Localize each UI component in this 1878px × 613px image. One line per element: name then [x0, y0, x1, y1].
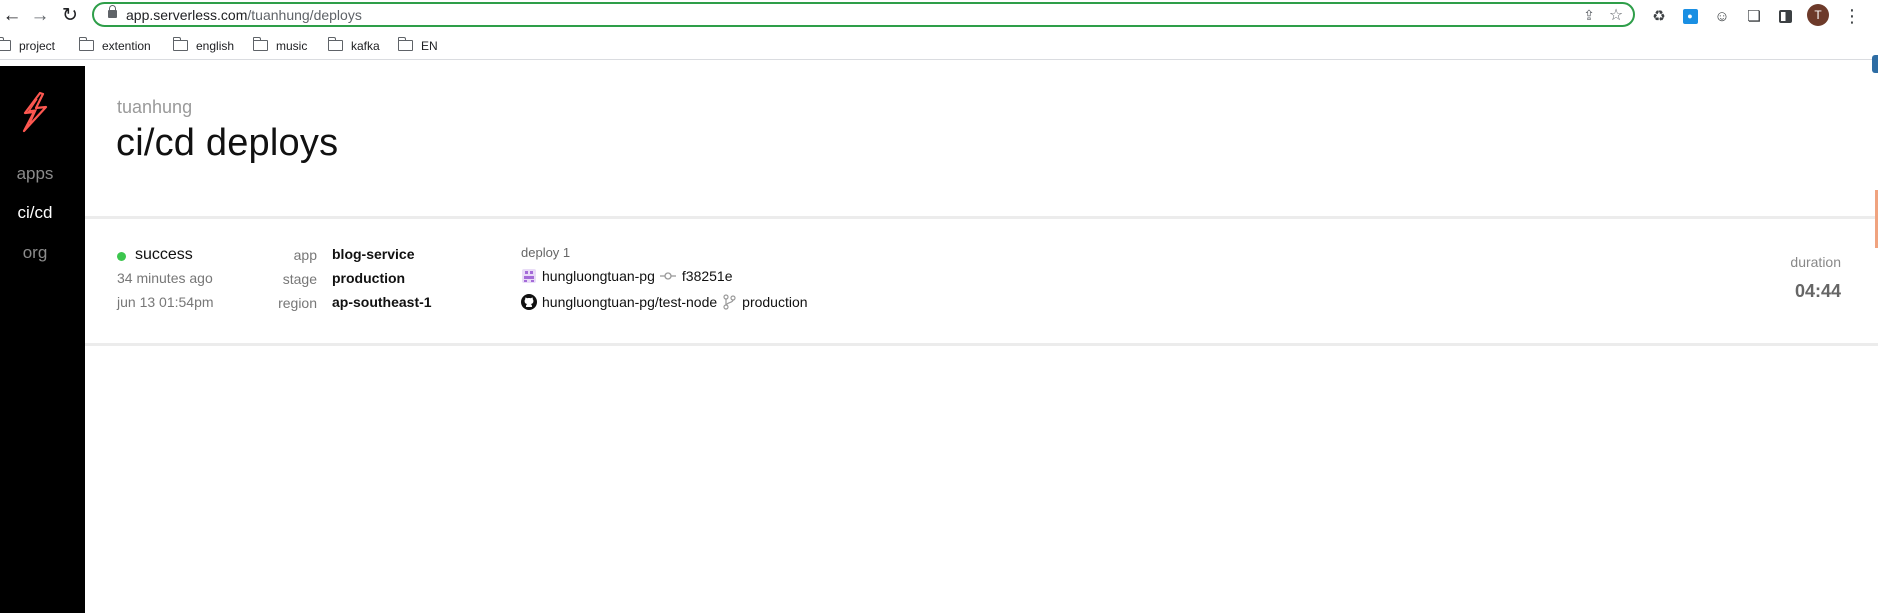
- user-avatar-icon: [521, 268, 537, 284]
- meta-value-stage[interactable]: production: [332, 270, 405, 286]
- recycle-extension-icon[interactable]: ♻: [1648, 5, 1670, 27]
- commit-line: hungluongtuan-pg f38251e: [521, 268, 733, 284]
- share-icon[interactable]: ⇪: [1580, 6, 1598, 24]
- duration-value: 04:44: [1794, 281, 1841, 301]
- meta-value-app[interactable]: blog-service: [332, 246, 414, 262]
- side-panel-icon[interactable]: [1774, 5, 1796, 27]
- lock-icon[interactable]: [108, 5, 117, 18]
- meta-value-region: ap-southeast-1: [332, 294, 432, 310]
- folder-icon: [173, 36, 188, 51]
- address-bar[interactable]: app.serverless.com/tuanhung/deploys ⇪ ☆: [92, 2, 1635, 27]
- folder-icon: [328, 36, 343, 51]
- deploy-relative-time: 34 minutes ago: [117, 270, 213, 286]
- repo-name[interactable]: hungluongtuan-pg/test-node: [542, 294, 717, 310]
- profile-avatar[interactable]: T: [1807, 4, 1829, 26]
- duration-label: duration: [1790, 254, 1841, 270]
- bookmark-en[interactable]: EN: [398, 36, 438, 54]
- deploy-status: success: [135, 246, 193, 263]
- folder-icon: [253, 36, 268, 51]
- back-arrow-icon[interactable]: ←: [0, 3, 24, 27]
- org-name: tuanhung: [117, 97, 193, 117]
- bookmark-project[interactable]: project: [0, 36, 55, 54]
- commit-hash[interactable]: f38251e: [682, 268, 733, 284]
- reload-icon[interactable]: ↻: [58, 3, 82, 27]
- meta-label-stage: stage: [282, 271, 317, 287]
- bookmark-music[interactable]: music: [253, 36, 307, 54]
- meta-label-region: region: [278, 295, 317, 311]
- page-title: ci/cd deploys: [116, 122, 339, 164]
- git-branch-icon: [722, 294, 736, 310]
- sidebar-item-apps[interactable]: apps: [0, 164, 70, 184]
- status-dot-icon: [117, 252, 126, 261]
- deploy-timestamp: jun 13 01:54pm: [117, 294, 214, 310]
- bookmark-extention[interactable]: extention: [79, 36, 151, 54]
- mask-extension-icon[interactable]: ☺: [1711, 5, 1733, 27]
- url-text[interactable]: app.serverless.com/tuanhung/deploys: [126, 7, 362, 23]
- divider: [85, 343, 1878, 346]
- repo-line: hungluongtuan-pg/test-node production: [521, 294, 808, 310]
- git-commit-icon: [659, 271, 676, 281]
- sidebar-item-org[interactable]: org: [0, 243, 70, 263]
- bookmark-english[interactable]: english: [173, 36, 234, 54]
- main-content: tuanhung ci/cd deploys success 34 minute…: [85, 66, 1878, 613]
- sidebar-item-cicd[interactable]: ci/cd: [0, 203, 70, 223]
- github-icon: [521, 294, 537, 310]
- app-sidebar: apps ci/cd org: [0, 66, 85, 613]
- bookmark-kafka[interactable]: kafka: [328, 36, 380, 54]
- meta-label-app: app: [293, 247, 317, 263]
- branch-name[interactable]: production: [742, 294, 807, 310]
- folder-icon: [0, 36, 11, 51]
- water-drop-extension-icon[interactable]: ●: [1679, 5, 1701, 27]
- divider: [85, 216, 1878, 219]
- serverless-bolt-logo[interactable]: [19, 91, 51, 133]
- commit-user[interactable]: hungluongtuan-pg: [542, 268, 655, 284]
- scrollbar-marker: [1872, 55, 1878, 73]
- browser-toolbar: ← → ↻ app.serverless.com/tuanhung/deploy…: [0, 0, 1878, 31]
- star-icon[interactable]: ☆: [1607, 6, 1625, 24]
- folder-icon: [398, 36, 413, 51]
- kebab-menu-icon[interactable]: ⋮: [1841, 5, 1863, 27]
- deploy-name[interactable]: deploy 1: [521, 245, 570, 260]
- puzzle-icon[interactable]: ❏: [1743, 5, 1765, 27]
- bookmarks-bar: project extention english music kafka EN: [0, 33, 1878, 60]
- folder-icon: [79, 36, 94, 51]
- forward-arrow-icon[interactable]: →: [28, 3, 52, 27]
